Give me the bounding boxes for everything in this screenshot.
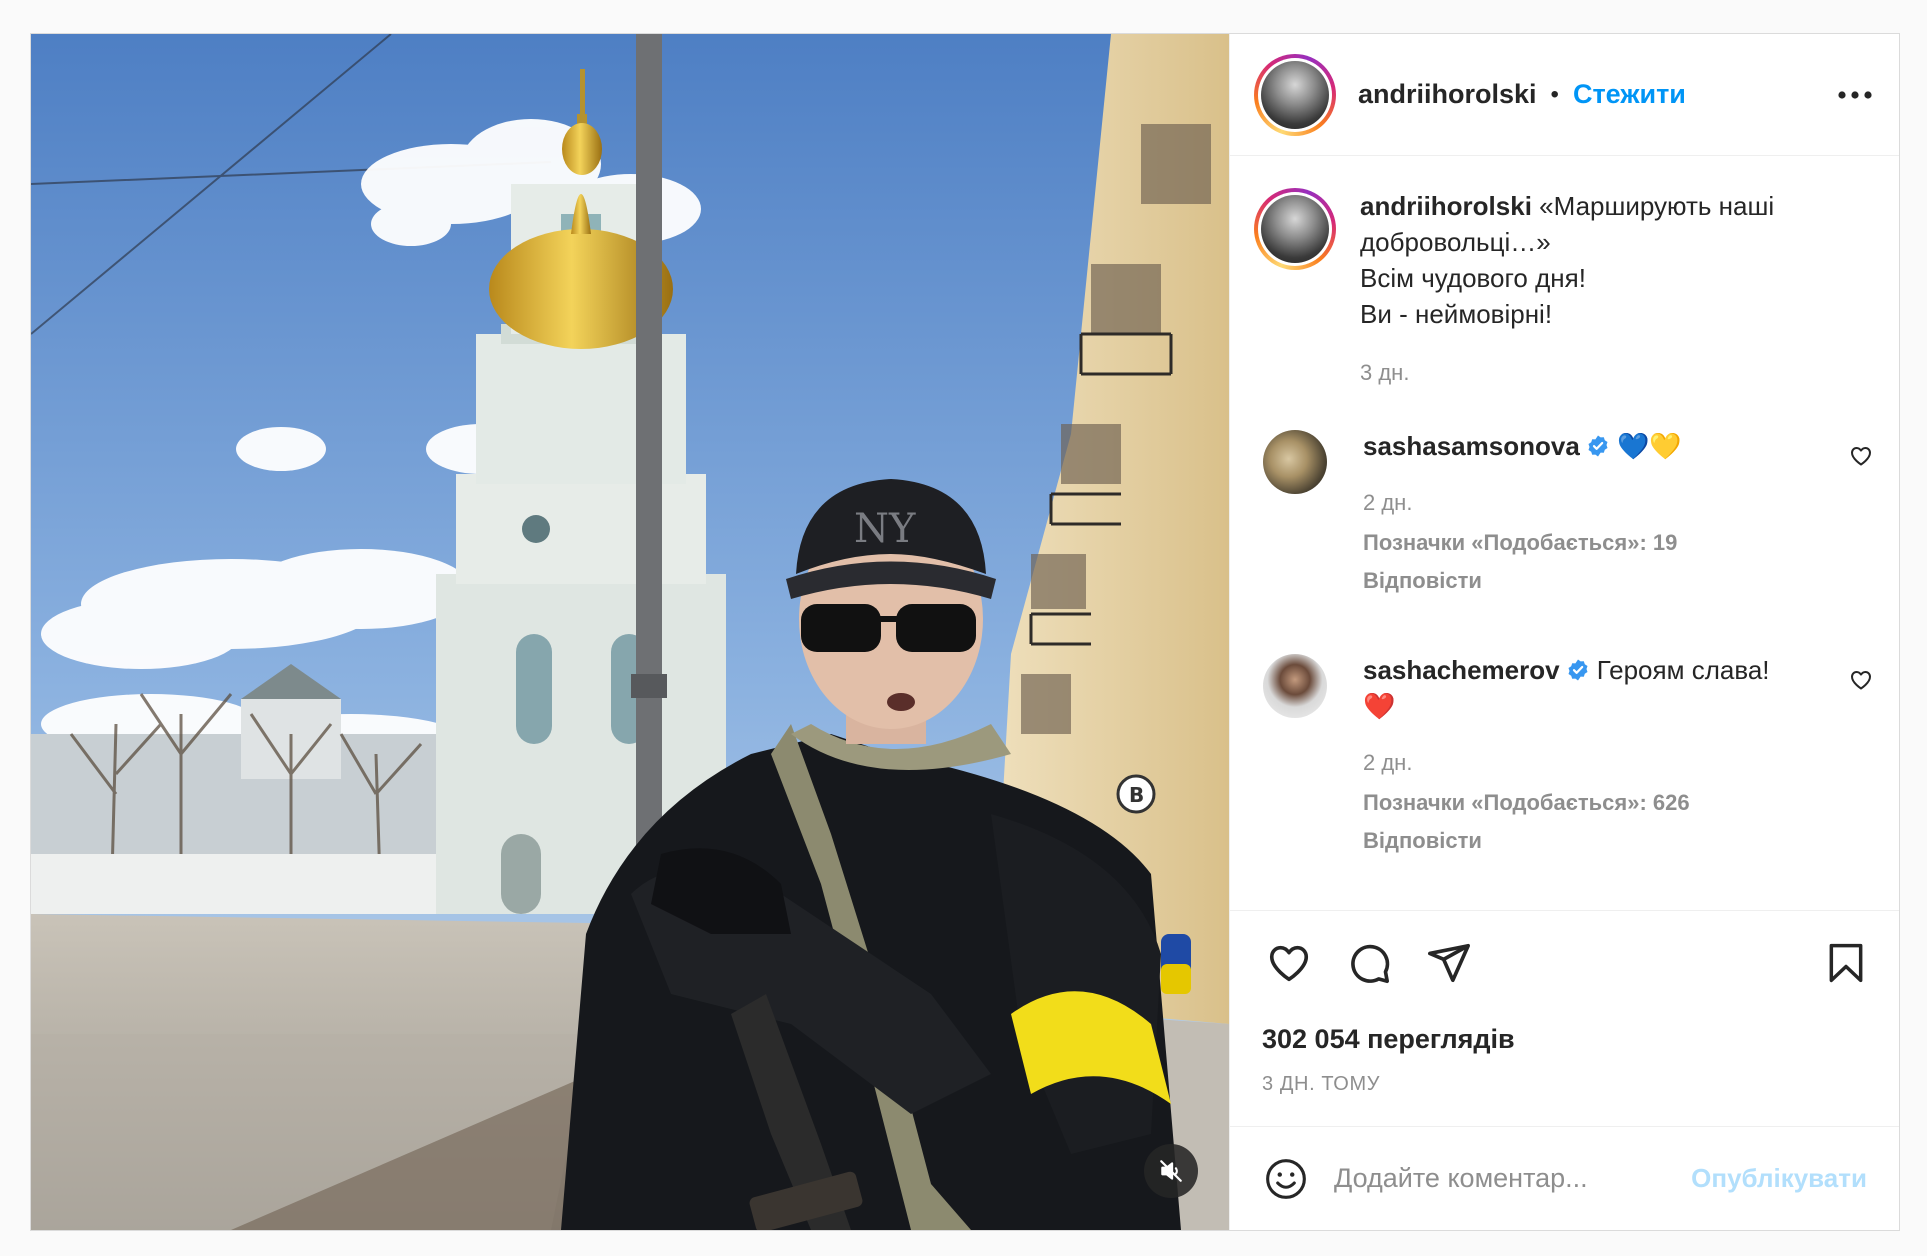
add-comment-bar: Опублікувати: [1230, 1126, 1899, 1230]
commenter-avatar[interactable]: [1263, 654, 1327, 718]
comment-body: Героям слава!: [1596, 655, 1770, 685]
author-avatar-photo: [1261, 60, 1329, 129]
paper-plane-icon: [1428, 943, 1470, 982]
verified-badge-icon: [1568, 659, 1588, 681]
reply-button[interactable]: Відповісти: [1363, 828, 1837, 854]
comment-item: sashasamsonova 💙💛 2 дн. Позначки «Подоба…: [1254, 428, 1875, 594]
reply-button[interactable]: Відповісти: [1363, 568, 1837, 594]
comment-body: 💙💛: [1617, 431, 1682, 461]
caption-line-3: Всім чудового дня!: [1360, 263, 1586, 293]
caption-author-avatar-photo: [1261, 195, 1329, 263]
comment-like-button[interactable]: [1847, 666, 1875, 694]
heart-icon: [1851, 671, 1871, 690]
author-avatar[interactable]: [1254, 53, 1336, 136]
author-username[interactable]: andriihorolski: [1358, 79, 1537, 110]
comment-item: sashachemerov Героям слава! ❤️ 2 дн. Поз…: [1254, 652, 1875, 854]
svg-text:B: B: [1129, 783, 1144, 807]
video-frame: B NY: [31, 34, 1229, 1230]
like-button[interactable]: [1262, 936, 1316, 990]
emoji-button[interactable]: [1262, 1155, 1310, 1203]
comment-timestamp[interactable]: 2 дн.: [1363, 750, 1837, 776]
comments-list[interactable]: andriihorolski «Марширують наші добровол…: [1230, 156, 1899, 910]
post-header: andriihorolski • Стежити: [1230, 34, 1899, 156]
views-count[interactable]: 302 054 переглядів: [1230, 1014, 1899, 1055]
more-options-button[interactable]: [1833, 73, 1877, 117]
comment-likes-count[interactable]: Позначки «Подобається»: 19: [1363, 530, 1837, 556]
more-horizontal-icon: [1838, 90, 1872, 99]
post-time-ago[interactable]: 3 ДН. ТОМУ: [1230, 1055, 1899, 1096]
save-button[interactable]: [1819, 936, 1873, 990]
post-video[interactable]: B NY: [31, 34, 1229, 1230]
post-caption: andriihorolski «Марширують наші добровол…: [1254, 188, 1875, 386]
post-actions-bar: [1230, 910, 1899, 1014]
publish-button[interactable]: Опублікувати: [1691, 1163, 1867, 1194]
comment-like-button[interactable]: [1847, 442, 1875, 470]
comment-bubble-icon: [1351, 944, 1390, 983]
caption-timestamp[interactable]: 3 дн.: [1360, 360, 1875, 386]
svg-text:NY: NY: [854, 506, 916, 552]
comment-button[interactable]: [1342, 936, 1396, 990]
comment-timestamp[interactable]: 2 дн.: [1363, 490, 1837, 516]
caption-line-1: «Марширують наші: [1539, 191, 1775, 221]
speaker-muted-icon: [1160, 1160, 1182, 1182]
comment-body-emoji: ❤️: [1363, 691, 1396, 721]
verified-badge-icon: [1588, 435, 1608, 457]
header-dot-separator: •: [1550, 80, 1559, 108]
comment-text: sashasamsonova 💙💛: [1363, 428, 1837, 464]
comment-input[interactable]: [1334, 1163, 1692, 1194]
caption-text: andriihorolski «Марширують наші добровол…: [1360, 188, 1875, 332]
comment-username[interactable]: sashachemerov: [1363, 655, 1560, 685]
mute-toggle-button[interactable]: [1144, 1144, 1198, 1198]
commenter-avatar[interactable]: [1263, 430, 1327, 494]
caption-line-2: добровольці…»: [1360, 227, 1551, 257]
caption-line-4: Ви - неймовірні!: [1360, 299, 1553, 329]
share-button[interactable]: [1422, 936, 1476, 990]
post-dialog: B NY andriihorolski • Стежити andriihoro…: [30, 33, 1900, 1231]
caption-author-avatar[interactable]: [1254, 188, 1336, 270]
post-side-panel: andriihorolski • Стежити andriihorolski …: [1229, 34, 1899, 1230]
follow-button[interactable]: Стежити: [1573, 79, 1686, 110]
comment-username[interactable]: sashasamsonova: [1363, 431, 1580, 461]
heart-icon: [1851, 447, 1871, 466]
comment-likes-count[interactable]: Позначки «Подобається»: 626: [1363, 790, 1837, 816]
caption-username[interactable]: andriihorolski: [1360, 191, 1532, 221]
comment-text: sashachemerov Героям слава! ❤️: [1363, 652, 1837, 724]
smiley-icon: [1266, 1158, 1306, 1199]
heart-icon: [1269, 945, 1309, 981]
bookmark-icon: [1829, 943, 1863, 982]
